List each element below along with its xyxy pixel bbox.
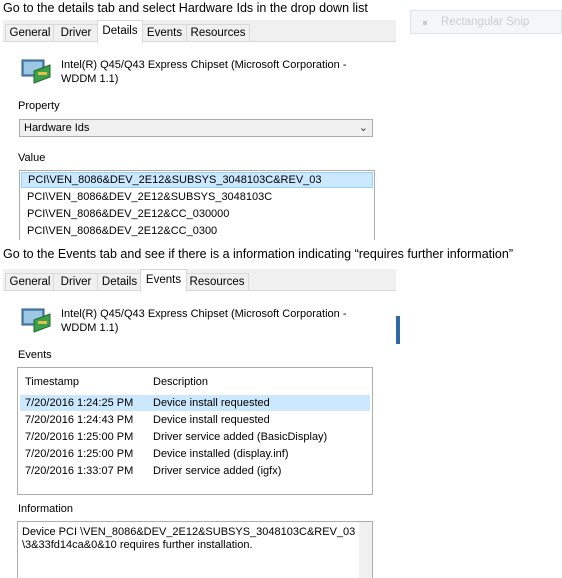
tab-events[interactable]: Events: [140, 269, 187, 292]
property-dropdown-value: Hardware Ids: [24, 122, 90, 134]
chevron-down-icon: ⌄: [358, 122, 368, 134]
tab-driver[interactable]: Driver: [53, 273, 99, 291]
event-row[interactable]: 7/20/2016 1:24:43 PM Device install requ…: [20, 412, 370, 428]
device-name: Intel(R) Q45/Q43 Express Chipset (Micros…: [61, 59, 347, 85]
tab-events[interactable]: Events: [141, 24, 188, 42]
column-header-description[interactable]: Description: [153, 373, 208, 391]
tab-resources[interactable]: Resources: [186, 24, 250, 42]
tab-strip: General Driver Details Events Resources: [3, 20, 396, 43]
value-row[interactable]: PCI\VEN_8086&DEV_2E12&CC_0300: [21, 223, 373, 239]
instruction-caption-1: Go to the details tab and select Hardwar…: [3, 1, 368, 15]
events-panel: General Driver Details Events Resources …: [3, 269, 396, 578]
instruction-caption-2: Go to the Events tab and see if there is…: [3, 247, 513, 261]
value-row[interactable]: PCI\VEN_8086&DEV_2E12&CC_030000: [21, 206, 373, 222]
tab-general[interactable]: General: [5, 273, 55, 291]
property-dropdown[interactable]: Hardware Ids ⌄: [19, 119, 373, 137]
tab-details[interactable]: Details: [97, 20, 143, 43]
property-label: Property: [18, 100, 60, 112]
events-list[interactable]: Timestamp Description 7/20/2016 1:24:25 …: [17, 367, 373, 495]
value-row[interactable]: PCI\VEN_8086&DEV_2E12&SUBSYS_3048103C&RE…: [21, 172, 373, 188]
tab-driver[interactable]: Driver: [53, 24, 99, 42]
value-listbox[interactable]: PCI\VEN_8086&DEV_2E12&SUBSYS_3048103C&RE…: [19, 170, 375, 240]
event-description: Driver service added (igfx): [153, 465, 282, 477]
information-label: Information: [18, 503, 74, 515]
tab-strip: General Driver Details Events Resources: [3, 269, 396, 292]
information-scrollbar[interactable]: [359, 522, 372, 578]
events-content: Intel(R) Q45/Q43 Express Chipset (Micros…: [3, 290, 396, 578]
display-adapter-icon: [21, 59, 51, 84]
events-label: Events: [18, 349, 52, 361]
tab-resources[interactable]: Resources: [185, 273, 249, 291]
details-content: Intel(R) Q45/Q43 Express Chipset (Micros…: [3, 41, 396, 240]
tab-general[interactable]: General: [5, 24, 55, 42]
event-row[interactable]: 7/20/2016 1:25:00 PM Driver service adde…: [20, 429, 370, 445]
event-description: Driver service added (BasicDisplay): [153, 431, 328, 443]
event-description: Device install requested: [153, 397, 270, 409]
event-description: Device install requested: [153, 414, 270, 426]
event-row[interactable]: 7/20/2016 1:24:25 PM Device install requ…: [20, 395, 370, 411]
value-label: Value: [18, 152, 46, 164]
details-panel: General Driver Details Events Resources …: [3, 20, 396, 240]
background-window-edge: [396, 316, 400, 344]
value-row[interactable]: PCI\VEN_8086&DEV_2E12&SUBSYS_3048103C: [21, 189, 373, 205]
information-textbox[interactable]: Device PCI \VEN_8086&DEV_2E12&SUBSYS_304…: [17, 521, 373, 578]
snip-label: Rectangular Snip: [441, 16, 530, 28]
information-text: Device PCI \VEN_8086&DEV_2E12&SUBSYS_304…: [22, 526, 356, 551]
snip-icon: [423, 21, 427, 25]
event-timestamp: 7/20/2016 1:33:07 PM: [25, 465, 134, 477]
event-timestamp: 7/20/2016 1:24:25 PM: [25, 397, 134, 409]
event-description: Device installed (display.inf): [153, 448, 289, 460]
column-header-timestamp[interactable]: Timestamp: [25, 373, 79, 391]
display-adapter-icon: [21, 308, 51, 333]
event-row[interactable]: 7/20/2016 1:25:00 PM Device installed (d…: [20, 446, 370, 462]
rectangular-snip-button[interactable]: Rectangular Snip: [410, 10, 562, 34]
event-timestamp: 7/20/2016 1:24:43 PM: [25, 414, 134, 426]
event-row[interactable]: 7/20/2016 1:33:07 PM Driver service adde…: [20, 463, 370, 479]
event-timestamp: 7/20/2016 1:25:00 PM: [25, 448, 134, 460]
device-name: Intel(R) Q45/Q43 Express Chipset (Micros…: [61, 308, 347, 334]
tab-details[interactable]: Details: [97, 273, 142, 291]
event-timestamp: 7/20/2016 1:25:00 PM: [25, 431, 134, 443]
